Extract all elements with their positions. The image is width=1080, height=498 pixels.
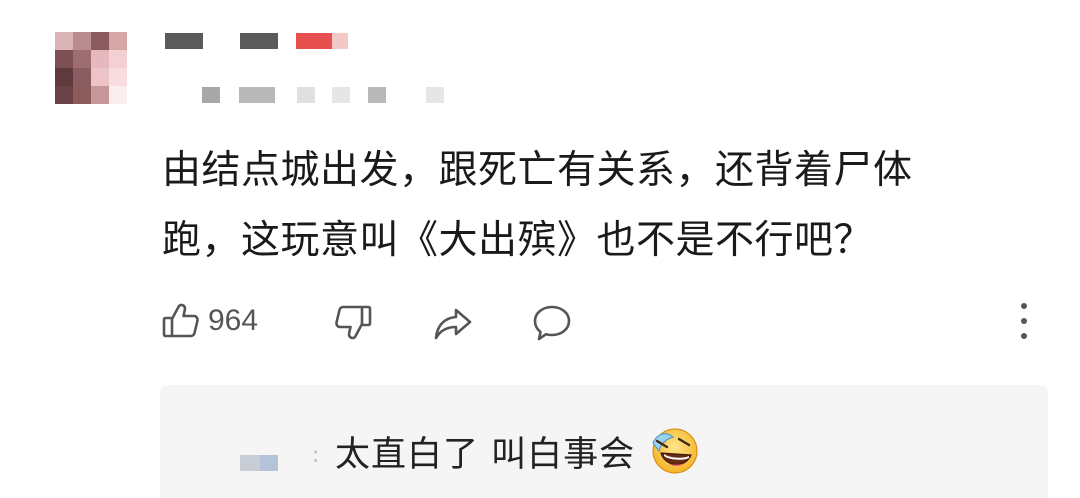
reply-text: 太直白了 叫白事会: [335, 434, 636, 475]
action-bar: 964: [160, 298, 1040, 344]
comment-line-2: 跑，这玩意叫《大出殡》也不是不行吧？: [162, 218, 874, 263]
comment-text: 由结点城出发，跟死亡有关系，还背着尸体 跑，这玩意叫《大出殡》也不是不行吧？: [162, 136, 1022, 276]
like-button[interactable]: 964: [160, 300, 258, 342]
more-dot: [1021, 303, 1027, 309]
more-dot: [1021, 318, 1027, 324]
reply-colon: :: [312, 443, 320, 468]
share-button[interactable]: [432, 302, 474, 344]
thumbs-up-icon: [160, 300, 202, 342]
reply-preview[interactable]: : 太直白了 叫白事会: [160, 385, 1048, 498]
more-options-button[interactable]: [1013, 303, 1035, 339]
thumbs-down-icon: [332, 302, 374, 344]
more-dot: [1021, 333, 1027, 339]
reply-text-row: 太直白了 叫白事会: [335, 423, 701, 479]
comment-button[interactable]: [531, 302, 573, 344]
laughing-tears-emoji-icon: [645, 423, 701, 479]
comment-line-1: 由结点城出发，跟死亡有关系，还背着尸体: [162, 148, 913, 193]
dislike-button[interactable]: [332, 302, 374, 344]
comment-bubble-icon: [531, 302, 573, 344]
share-icon: [432, 302, 474, 344]
avatar[interactable]: [55, 32, 127, 104]
like-count: 964: [208, 304, 259, 337]
